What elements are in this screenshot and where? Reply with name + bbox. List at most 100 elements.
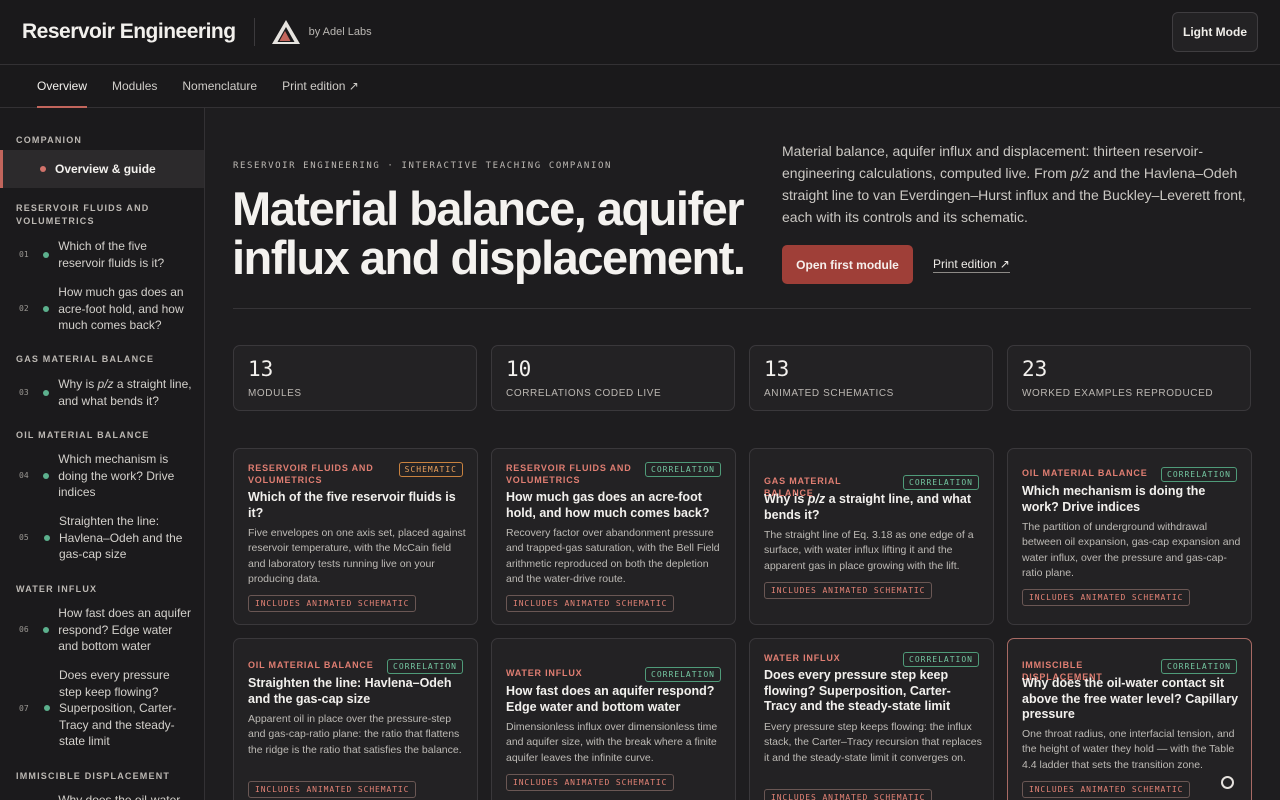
card-title: Does every pressure step keep flowing? S…	[764, 668, 951, 713]
card-badge: CORRELATION	[903, 475, 979, 490]
stat-card-modules: 13 MODULES	[233, 345, 477, 411]
active-dot-icon	[40, 166, 46, 172]
card-description: Every pressure step keeps flowing: the i…	[764, 721, 982, 764]
page-title: Material balance, aquifer influx and dis…	[232, 182, 746, 284]
module-card-01[interactable]: RESERVOIR FLUIDS AND VOLUMETRICS SCHEMAT…	[233, 448, 478, 625]
tab-print-edition[interactable]: Print edition ↗	[282, 65, 359, 107]
card-badge: SCHEMATIC	[398, 462, 463, 477]
status-dot-icon	[44, 705, 50, 712]
header-divider	[253, 18, 255, 46]
sidebar-item-label: Does every pressure step keep flowing? S…	[59, 668, 177, 748]
card-title: How fast does an aquifer respond? Edge w…	[506, 684, 715, 714]
hero-intro: Material balance, aquifer influx and dis…	[782, 140, 1252, 228]
sidebar-item-label: How fast does an aquifer respond? Edge w…	[58, 606, 191, 653]
status-dot-icon	[43, 305, 50, 312]
card-badge: CORRELATION	[387, 659, 463, 674]
card-description: Apparent oil in place over the pressure-…	[248, 713, 462, 756]
sidebar-item-number: 06	[19, 625, 29, 635]
card-description: One throat radius, one interfacial tensi…	[1022, 728, 1235, 771]
sidebar-heading-oil-mb: OIL MATERIAL BALANCE	[16, 430, 150, 440]
module-card-02[interactable]: RESERVOIR FLUIDS AND VOLUMETRICS CORRELA…	[491, 448, 736, 625]
sidebar-item-01[interactable]: 01 Which of the five reservoir fluids is…	[0, 238, 204, 271]
card-chip: INCLUDES ANIMATED SCHEMATIC	[506, 595, 675, 612]
module-card-08[interactable]: IMMISCIBLE DISPLACEMENT CORRELATION Why …	[1007, 638, 1252, 800]
sidebar-item-08[interactable]: Why does the oil-water	[0, 792, 204, 800]
tab-overview[interactable]: Overview	[37, 65, 88, 108]
card-badge: CORRELATION	[1161, 659, 1237, 674]
module-card-04[interactable]: OIL MATERIAL BALANCE CORRELATION Which m…	[1007, 448, 1252, 625]
sidebar-item-label: Which of the five reservoir fluids is it…	[58, 239, 165, 270]
card-chip: INCLUDES ANIMATED SCHEMATIC	[764, 582, 933, 599]
card-description: The partition of underground withdrawal …	[1022, 521, 1241, 579]
tab-nomenclature[interactable]: Nomenclature	[182, 65, 257, 107]
module-card-06[interactable]: WATER INFLUX CORRELATION How fast does a…	[491, 638, 736, 800]
status-dot-icon	[43, 472, 50, 479]
sidebar-item-02[interactable]: 02 How much gas does an acre-foot hold, …	[0, 284, 204, 334]
print-edition-link[interactable]: Print edition ↗	[933, 257, 1010, 273]
status-dot-icon	[43, 389, 50, 396]
sidebar-item-number: 04	[19, 471, 29, 481]
sidebar[interactable]: COMPANION Overview & guide RESERVOIR FLU…	[0, 108, 205, 800]
card-title: Straighten the line: Havlena–Odeh and th…	[248, 676, 452, 706]
card-title: How much gas does an acre-foot hold, and…	[506, 490, 710, 520]
sidebar-item-06[interactable]: 06 How fast does an aquifer respond? Edg…	[0, 605, 204, 655]
sidebar-item-overview[interactable]: Overview & guide	[0, 150, 204, 188]
card-badge: CORRELATION	[645, 462, 721, 477]
divider	[233, 308, 1251, 309]
top-bar: Reservoir Engineering by Adel Labs Light…	[0, 0, 1280, 65]
sidebar-item-number: 01	[19, 250, 29, 259]
card-badge: CORRELATION	[645, 667, 721, 682]
hero-eyebrow: RESERVOIR ENGINEERING · INTERACTIVE TEAC…	[233, 161, 612, 171]
card-description: Five envelopes on one axis set, placed a…	[248, 527, 466, 585]
sidebar-heading-fluids: RESERVOIR FLUIDS AND VOLUMETRICS	[16, 203, 150, 226]
card-title-text: Why is	[764, 492, 808, 506]
open-first-module-button[interactable]: Open first module	[782, 245, 913, 284]
light-mode-button[interactable]: Light Mode	[1172, 12, 1258, 52]
cursor-ring-icon	[1221, 776, 1234, 789]
card-description: Dimensionless influx over dimensionless …	[506, 721, 718, 764]
module-card-05[interactable]: OIL MATERIAL BALANCE CORRELATION Straigh…	[233, 638, 478, 800]
stat-label: WORKED EXAMPLES REPRODUCED	[1022, 388, 1214, 399]
sidebar-heading-displacement: IMMISCIBLE DISPLACEMENT	[16, 771, 171, 781]
card-category: WATER INFLUX	[506, 668, 583, 678]
stat-label: MODULES	[248, 388, 302, 399]
module-card-07[interactable]: WATER INFLUX CORRELATION Does every pres…	[749, 638, 994, 800]
sidebar-item-label: Why is p/z a straight line, and what ben…	[58, 377, 192, 408]
card-description: Recovery factor over abandonment pressur…	[506, 527, 720, 585]
sidebar-item-05[interactable]: 05 Straighten the line: Havlena–Odeh and…	[0, 513, 204, 563]
sidebar-item-label: Which mechanism is doing the work? Drive…	[58, 452, 175, 499]
status-dot-icon	[44, 534, 50, 541]
stat-card-schematics: 13 ANIMATED SCHEMATICS	[749, 345, 993, 411]
status-dot-icon	[43, 626, 50, 633]
sidebar-item-number: 07	[19, 703, 29, 713]
card-title: Which mechanism is doing the work? Drive…	[1022, 484, 1206, 514]
card-category: WATER INFLUX	[764, 653, 841, 663]
stat-card-worked-examples: 23 WORKED EXAMPLES REPRODUCED	[1007, 345, 1251, 411]
card-category: OIL MATERIAL BALANCE	[1022, 468, 1148, 478]
sidebar-item-07[interactable]: 07 Does every pressure step keep flowing…	[0, 667, 204, 750]
stat-value: 10	[506, 357, 532, 381]
sidebar-item-number: 02	[19, 304, 29, 314]
sidebar-item-label: Straighten the line: Havlena–Odeh and th…	[59, 514, 183, 561]
card-badge: CORRELATION	[1161, 467, 1237, 482]
stat-card-correlations: 10 CORRELATIONS CODED LIVE	[491, 345, 735, 411]
sidebar-item-label: Why does the oil-water	[58, 793, 181, 800]
sidebar-item-number: 03	[19, 388, 29, 397]
stat-value: 13	[764, 357, 790, 381]
status-dot-icon	[43, 251, 50, 258]
card-title: Why is p/z a straight line, and what ben…	[764, 492, 981, 523]
app-title[interactable]: Reservoir Engineering	[22, 20, 236, 44]
card-title: Why does the oil-water contact sit above…	[1022, 676, 1239, 721]
sidebar-item-03[interactable]: 03 Why is p/z a straight line, and what …	[0, 376, 204, 409]
tab-modules[interactable]: Modules	[112, 65, 157, 107]
card-chip: INCLUDES ANIMATED SCHEMATIC	[506, 774, 675, 791]
stat-value: 13	[248, 357, 274, 381]
sidebar-heading-gas-mb: GAS MATERIAL BALANCE	[16, 354, 155, 364]
card-chip: INCLUDES ANIMATED SCHEMATIC	[248, 595, 417, 612]
card-description: The straight line of Eq. 3.18 as one edg…	[764, 529, 974, 572]
sidebar-heading-water-influx: WATER INFLUX	[16, 584, 98, 594]
triangle-logo-icon	[271, 20, 300, 44]
byline: by Adel Labs	[308, 26, 372, 38]
sidebar-item-04[interactable]: 04 Which mechanism is doing the work? Dr…	[0, 451, 204, 501]
module-card-03[interactable]: GAS MATERIAL BALANCE CORRELATION Why is …	[749, 448, 994, 625]
